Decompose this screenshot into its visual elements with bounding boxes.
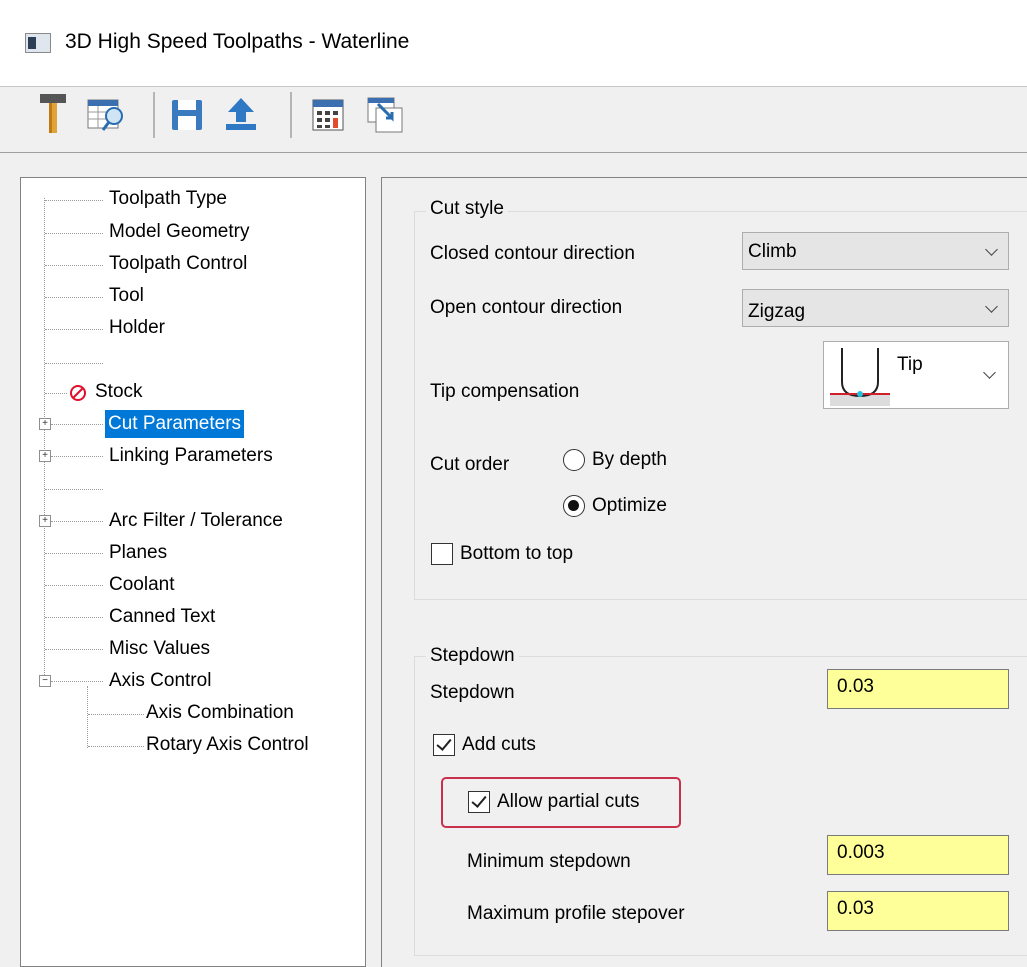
expand-icon[interactable]: + [39, 418, 51, 430]
chevron-down-icon [985, 300, 998, 313]
table-view-icon[interactable] [84, 90, 130, 140]
divider [0, 152, 1027, 153]
tree-line [45, 329, 103, 331]
error-icon [69, 384, 87, 402]
tree-item-model-geometry[interactable]: Model Geometry [109, 218, 249, 246]
collapse-icon[interactable]: − [39, 675, 51, 687]
tree-line [88, 714, 144, 716]
tree-line [51, 521, 103, 523]
toolbar-separator [153, 92, 155, 138]
app-icon [25, 33, 51, 53]
maximum-profile-stepover-input[interactable]: 0.03 [827, 891, 1009, 931]
stepdown-input[interactable]: 0.03 [827, 669, 1009, 709]
tree-item-toolpath-type[interactable]: Toolpath Type [109, 185, 227, 213]
tree-item-stock[interactable]: Stock [95, 378, 143, 406]
optimize-label: Optimize [592, 495, 667, 516]
options-tree: Toolpath Type Model Geometry Toolpath Co… [20, 177, 366, 967]
tree-item-linking-parameters[interactable]: Linking Parameters [109, 442, 273, 470]
open-contour-select[interactable]: Zigzag [742, 289, 1009, 327]
chevron-down-icon [985, 243, 998, 256]
tree-item-tool[interactable]: Tool [109, 282, 144, 310]
bottom-to-top-checkbox[interactable] [431, 543, 453, 565]
tip-compensation-icon [830, 346, 890, 406]
tree-line [45, 265, 103, 267]
tree-item-misc-values[interactable]: Misc Values [109, 635, 210, 663]
divider [0, 86, 1027, 87]
tree-item-cut-parameters[interactable]: Cut Parameters [105, 410, 245, 438]
tree-line [45, 297, 103, 299]
tree-line [45, 617, 103, 619]
open-contour-value: Zigzag [748, 301, 806, 322]
tip-compensation-select[interactable]: Tip [823, 341, 1009, 409]
closed-contour-value: Climb [748, 241, 797, 262]
stepdown-title: Stepdown [426, 645, 519, 667]
toolbar-separator [290, 92, 292, 138]
tree-line [51, 681, 103, 683]
by-depth-label: By depth [592, 449, 667, 470]
tree-item-toolpath-control[interactable]: Toolpath Control [109, 250, 247, 278]
tree-line [88, 746, 144, 748]
maximum-profile-stepover-label: Maximum profile stepover [467, 903, 685, 924]
by-depth-radio[interactable] [563, 449, 585, 471]
upload-icon[interactable] [218, 90, 264, 140]
optimize-radio[interactable] [563, 495, 585, 517]
stepdown-label: Stepdown [430, 682, 515, 703]
tree-line [45, 233, 103, 235]
tree-line [44, 198, 46, 683]
bottom-to-top-label: Bottom to top [460, 543, 574, 564]
tree-item-holder[interactable]: Holder [109, 314, 165, 342]
tree-line [45, 553, 103, 555]
expand-icon[interactable]: + [39, 450, 51, 462]
tree-item-canned-text[interactable]: Canned Text [109, 603, 215, 631]
open-contour-label: Open contour direction [430, 297, 623, 318]
window-arrow-icon[interactable] [362, 90, 408, 140]
closed-contour-select[interactable]: Climb [742, 232, 1009, 270]
tree-line [45, 489, 103, 491]
tree-item-coolant[interactable]: Coolant [109, 571, 175, 599]
cut-style-title: Cut style [426, 198, 508, 220]
tree-line [45, 200, 103, 202]
cut-order-label: Cut order [430, 454, 510, 475]
tree-line [51, 424, 103, 426]
tree-item-planes[interactable]: Planes [109, 539, 167, 567]
allow-partial-cuts-checkbox[interactable] [468, 791, 490, 813]
allow-partial-cuts-label: Allow partial cuts [497, 791, 640, 812]
tool-icon[interactable] [30, 90, 76, 140]
tree-item-arc-filter-tolerance[interactable]: Arc Filter / Tolerance [109, 507, 283, 535]
add-cuts-label: Add cuts [462, 734, 536, 755]
tree-item-axis-control[interactable]: Axis Control [109, 667, 211, 695]
tree-line [87, 686, 89, 748]
closed-contour-label: Closed contour direction [430, 243, 635, 264]
tree-line [45, 393, 67, 395]
add-cuts-checkbox[interactable] [433, 734, 455, 756]
calculator-icon[interactable] [305, 90, 351, 140]
chevron-down-icon [983, 366, 996, 379]
tree-line [45, 585, 103, 587]
title-bar: 3D High Speed Toolpaths - Waterline [0, 0, 1027, 86]
tree-line [45, 649, 103, 651]
save-icon[interactable] [164, 90, 210, 140]
tree-line [45, 363, 103, 365]
tip-compensation-value: Tip [897, 354, 923, 375]
tree-item-rotary-axis-control[interactable]: Rotary Axis Control [146, 731, 309, 759]
tip-compensation-label: Tip compensation [430, 381, 580, 402]
tree-line [51, 456, 103, 458]
minimum-stepdown-input[interactable]: 0.003 [827, 835, 1009, 875]
minimum-stepdown-label: Minimum stepdown [467, 851, 631, 872]
window-title: 3D High Speed Toolpaths - Waterline [65, 30, 410, 53]
expand-icon[interactable]: + [39, 515, 51, 527]
tree-item-axis-combination[interactable]: Axis Combination [146, 699, 294, 727]
